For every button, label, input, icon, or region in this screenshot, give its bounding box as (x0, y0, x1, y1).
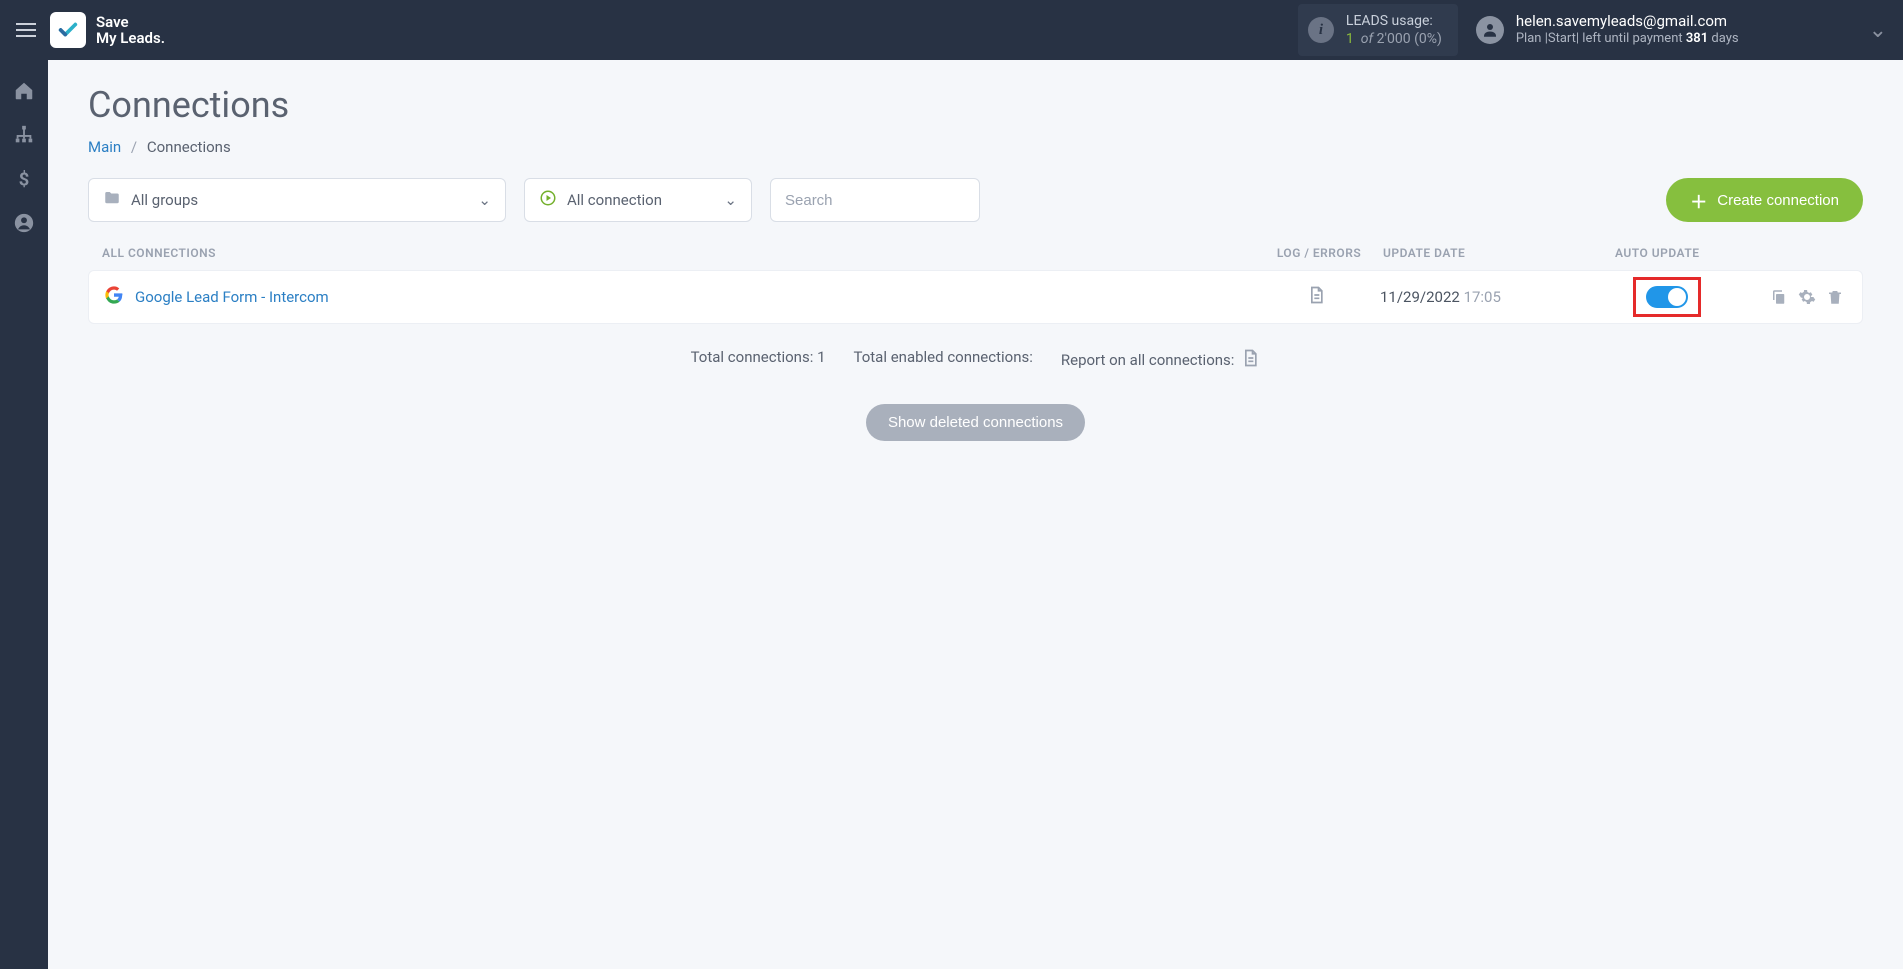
usage-count: 1 (1346, 31, 1354, 47)
total-label: Total connections: (691, 348, 817, 366)
user-email: helen.savemyleads@gmail.com (1516, 12, 1739, 32)
sidebar-billing-icon[interactable]: $ (13, 168, 35, 190)
breadcrumb-main-link[interactable]: Main (88, 138, 121, 156)
menu-icon[interactable] (16, 23, 36, 37)
date-cell: 11/29/2022 17:05 (1372, 288, 1582, 306)
search-input[interactable] (785, 192, 965, 209)
plan-prefix: Plan |Start| left until payment (1516, 31, 1686, 46)
update-date: 11/29/2022 (1380, 288, 1460, 306)
sidebar-account-icon[interactable] (13, 212, 35, 234)
copy-icon[interactable] (1770, 288, 1788, 306)
gear-icon[interactable] (1798, 288, 1816, 306)
sidebar: $ (0, 60, 48, 969)
svg-text:$: $ (19, 169, 30, 190)
connection-select[interactable]: All connection ⌄ (524, 178, 752, 222)
folder-icon (103, 189, 121, 211)
leads-usage-box[interactable]: i LEADS usage: 1 of 2'000 (0%) (1298, 4, 1458, 56)
user-plan-line: Plan |Start| left until payment 381 days (1516, 31, 1739, 48)
main-content: Connections Main / Connections All group… (48, 60, 1903, 969)
table-header: ALL CONNECTIONS LOG / ERRORS UPDATE DATE… (88, 246, 1863, 260)
connection-select-label: All connection (567, 191, 662, 209)
log-cell[interactable] (1260, 285, 1372, 309)
plus-icon: ＋ (1690, 188, 1707, 213)
row-actions (1752, 288, 1852, 306)
show-deleted-button[interactable]: Show deleted connections (866, 404, 1085, 441)
breadcrumb-sep: / (131, 138, 137, 156)
brand-logo[interactable] (50, 12, 86, 48)
auto-update-toggle[interactable] (1646, 286, 1688, 308)
play-circle-icon (539, 189, 557, 211)
breadcrumb-current: Connections (147, 138, 231, 156)
col-header-name: ALL CONNECTIONS (96, 246, 1263, 260)
info-icon: i (1308, 17, 1334, 43)
usage-pct: (0%) (1414, 31, 1442, 47)
report-label: Report on all connections: (1061, 351, 1235, 369)
summary-row: Total connections: 1 Total enabled conne… (88, 348, 1863, 372)
document-icon (1240, 348, 1260, 372)
sidebar-home-icon[interactable] (13, 80, 35, 102)
page-title: Connections (88, 84, 1863, 126)
sidebar-connections-icon[interactable] (13, 124, 35, 146)
plan-suffix: days (1708, 31, 1738, 46)
filter-row: All groups ⌄ All connection ⌄ ＋ Creat (88, 178, 1863, 222)
usage-values: 1 of 2'000 (0%) (1346, 30, 1442, 48)
update-time: 17:05 (1464, 288, 1501, 306)
usage-title: LEADS usage: (1346, 12, 1442, 30)
user-block[interactable]: helen.savemyleads@gmail.com Plan |Start|… (1516, 12, 1739, 48)
connection-row: Google Lead Form - Intercom 11/29/2022 1… (88, 270, 1863, 324)
col-header-auto: AUTO UPDATE (1585, 246, 1755, 260)
enabled-connections: Total enabled connections: (854, 348, 1033, 372)
search-input-wrap[interactable] (770, 178, 980, 222)
usage-of: of (1361, 31, 1373, 47)
chevron-down-icon: ⌄ (478, 191, 491, 209)
connection-name-cell: Google Lead Form - Intercom (99, 286, 1260, 308)
brand-line1: Save (96, 13, 129, 31)
usage-limit: 2'000 (1377, 31, 1411, 47)
topbar: Save My Leads. i LEADS usage: 1 of 2'000… (0, 0, 1903, 60)
col-header-log: LOG / ERRORS (1263, 246, 1375, 260)
groups-select[interactable]: All groups ⌄ (88, 178, 506, 222)
plan-days: 381 (1686, 31, 1708, 46)
brand-line2: My Leads. (96, 30, 165, 47)
brand-name: Save My Leads. (96, 14, 165, 47)
google-icon (105, 286, 123, 308)
col-header-date: UPDATE DATE (1375, 246, 1585, 260)
connection-name-link[interactable]: Google Lead Form - Intercom (135, 288, 329, 306)
report-all[interactable]: Report on all connections: (1061, 348, 1261, 372)
total-connections: Total connections: 1 (691, 348, 826, 372)
chevron-down-icon[interactable]: ⌄ (1869, 18, 1887, 43)
create-button-label: Create connection (1717, 192, 1839, 209)
chevron-down-icon: ⌄ (724, 191, 737, 209)
highlight-box (1633, 277, 1701, 317)
total-value: 1 (817, 348, 825, 366)
user-avatar-icon (1476, 16, 1504, 44)
auto-update-cell (1582, 277, 1752, 317)
document-icon (1306, 285, 1326, 309)
trash-icon[interactable] (1826, 288, 1844, 306)
breadcrumb: Main / Connections (88, 138, 1863, 156)
create-connection-button[interactable]: ＋ Create connection (1666, 178, 1863, 222)
groups-select-label: All groups (131, 191, 198, 209)
